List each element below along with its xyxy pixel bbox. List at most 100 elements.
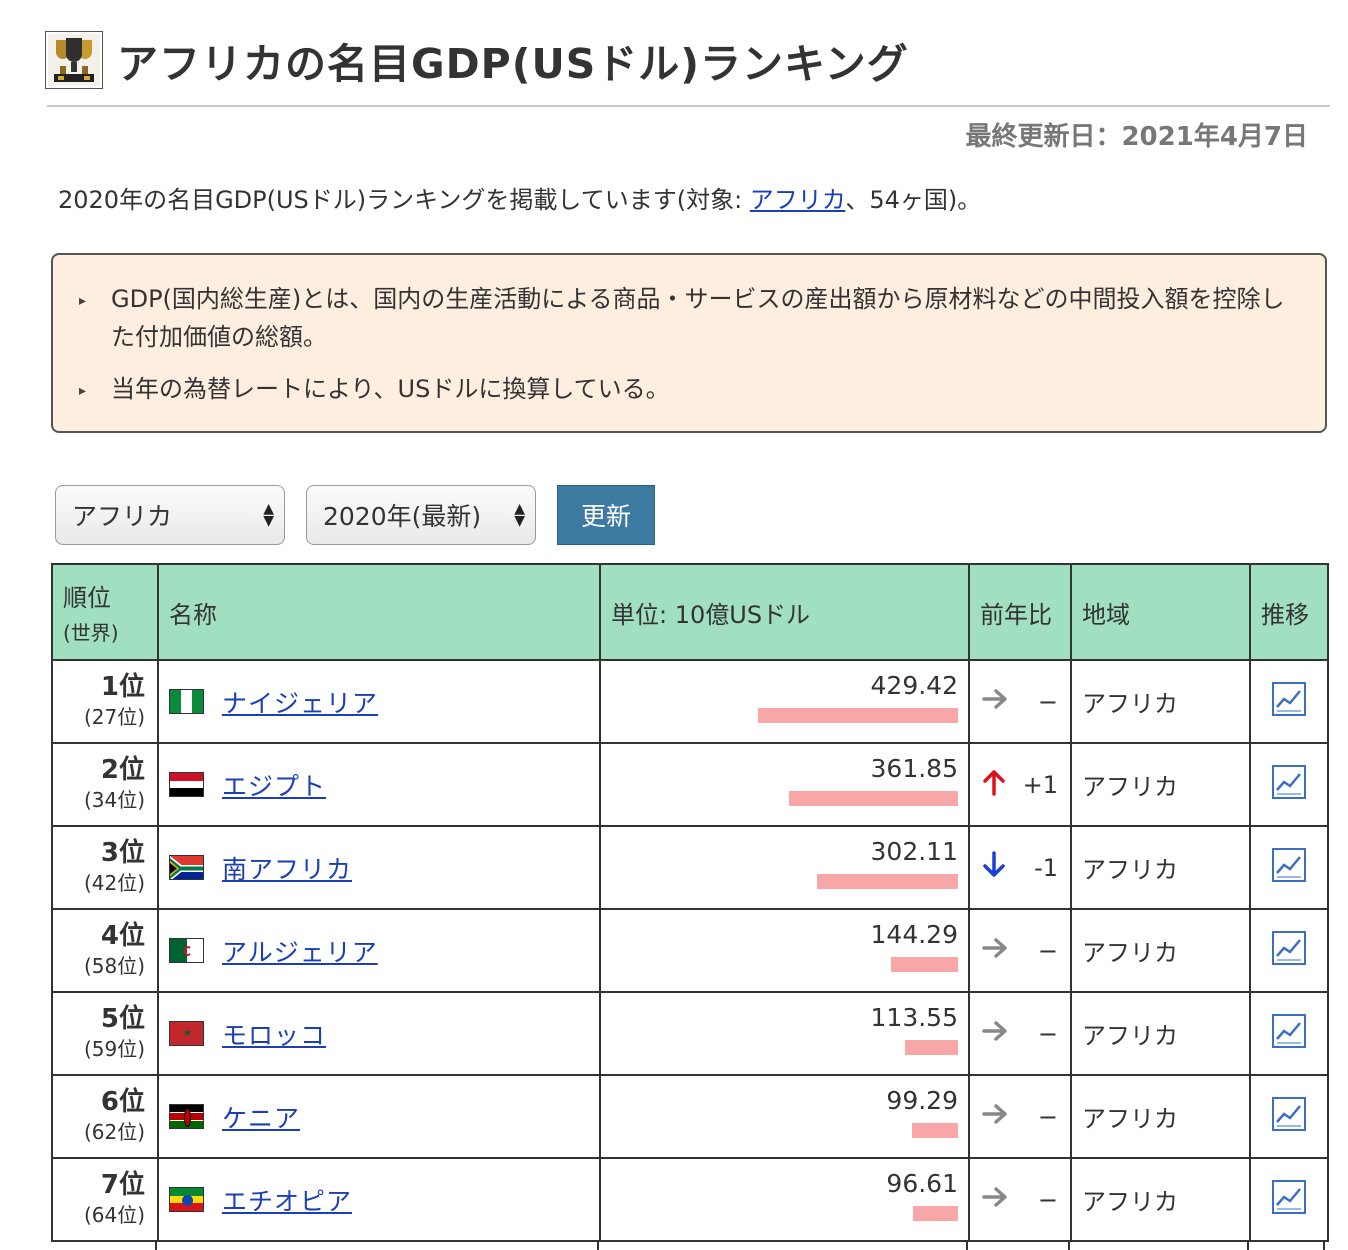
- change-cell: +1: [968, 742, 1072, 827]
- egypt-flag-icon: [169, 772, 204, 797]
- rank-cell: 7位 (64位): [51, 1157, 159, 1242]
- world-rank-value: (62位): [83, 1119, 145, 1144]
- region-cell: アフリカ: [1070, 825, 1251, 910]
- gdp-value: 361.85: [870, 754, 958, 783]
- trend-cell: [1249, 825, 1329, 910]
- line-chart-icon[interactable]: [1272, 764, 1306, 805]
- trend-cell: [1249, 908, 1329, 993]
- year-select-value: 2020年(最新): [323, 502, 482, 531]
- region-cell: アフリカ: [1070, 908, 1251, 993]
- country-link[interactable]: モロッコ: [222, 1016, 326, 1052]
- update-button[interactable]: 更新: [557, 485, 655, 545]
- region-cell: アフリカ: [1070, 1074, 1251, 1159]
- region-cell: アフリカ: [1070, 991, 1251, 1076]
- header-rank: 順位 (世界): [51, 563, 159, 661]
- name-cell: エチオピア: [157, 1157, 601, 1242]
- line-chart-icon[interactable]: [1272, 1013, 1306, 1054]
- rank-cell: 1位 (27位): [51, 659, 159, 744]
- rank-cell: 5位 (59位): [51, 991, 159, 1076]
- south-africa-flag-icon: [169, 855, 204, 880]
- intro-text: 2020年の名目GDP(USドル)ランキングを掲載しています(対象: アフリカ、…: [58, 180, 981, 215]
- country-link[interactable]: エチオピア: [222, 1182, 352, 1218]
- arrow-up-icon: [982, 768, 1006, 802]
- trend-cell: [1249, 1074, 1329, 1159]
- rank-cell: 6位 (62位): [51, 1074, 159, 1159]
- change-value: −: [1037, 1102, 1058, 1131]
- rank-value: 4位: [100, 920, 145, 951]
- region-cell: アフリカ: [1070, 659, 1251, 744]
- select-arrows-icon: ▲ ▼: [514, 501, 525, 529]
- rank-value: 3位: [100, 837, 145, 868]
- name-cell: ケニア: [157, 1074, 601, 1159]
- arrow-right-icon: [982, 936, 1010, 966]
- line-chart-icon[interactable]: [1272, 681, 1306, 722]
- year-select[interactable]: 2020年(最新) ▲ ▼: [306, 485, 536, 545]
- country-link[interactable]: エジプト: [222, 767, 326, 803]
- country-link[interactable]: ケニア: [222, 1099, 300, 1135]
- gdp-bar: [758, 708, 958, 723]
- nigeria-flag-icon: [169, 689, 204, 714]
- select-arrows-icon: ▲ ▼: [263, 501, 274, 529]
- country-link[interactable]: ナイジェリア: [222, 684, 378, 720]
- change-value: -1: [1034, 853, 1058, 882]
- line-chart-icon[interactable]: [1272, 1179, 1306, 1220]
- change-cell: −: [968, 1074, 1072, 1159]
- rank-value: 6位: [100, 1086, 145, 1117]
- note-item: ▸ 当年の為替レートにより、USドルに換算している。: [79, 370, 1295, 410]
- filter-controls: アフリカ ▲ ▼ 2020年(最新) ▲ ▼ 更新: [55, 485, 655, 545]
- page-title: アフリカの名目GDP(USドル)ランキング: [117, 40, 909, 88]
- change-value: −: [1037, 687, 1058, 716]
- bullet-icon: ▸: [79, 383, 87, 399]
- change-cell: −: [968, 1157, 1072, 1242]
- line-chart-icon[interactable]: [1272, 1096, 1306, 1137]
- table-row: 7位 (64位) エチオピア 96.61 − アフリカ: [51, 1157, 1329, 1242]
- country-link[interactable]: アルジェリア: [222, 933, 378, 969]
- world-rank-value: (42位): [83, 870, 145, 895]
- ranking-table: 順位 (世界) 名称 単位: 10億USドル 前年比 地域 推移 1位 (27位)…: [51, 563, 1329, 1242]
- gdp-bar: [905, 1040, 958, 1055]
- change-value: −: [1037, 936, 1058, 965]
- name-cell: 南アフリカ: [157, 825, 601, 910]
- arrow-right-icon: [982, 1185, 1010, 1215]
- trend-cell: [1249, 659, 1329, 744]
- gdp-value: 99.29: [886, 1086, 958, 1115]
- trend-cell: [1249, 1157, 1329, 1242]
- algeria-flag-icon: [169, 938, 204, 963]
- change-cell: −: [968, 991, 1072, 1076]
- change-cell: −: [968, 659, 1072, 744]
- change-value: −: [1037, 1019, 1058, 1048]
- value-cell: 144.29: [599, 908, 970, 993]
- trend-cell: [1249, 742, 1329, 827]
- name-cell: エジプト: [157, 742, 601, 827]
- world-rank-value: (58位): [83, 953, 145, 978]
- note-item: ▸ GDP(国内総生産)とは、国内の生産活動による商品・サービスの産出額から原材…: [79, 280, 1295, 356]
- line-chart-icon[interactable]: [1272, 847, 1306, 888]
- value-cell: 96.61: [599, 1157, 970, 1242]
- header-rank-label: 順位: [63, 584, 111, 612]
- line-chart-icon[interactable]: [1272, 930, 1306, 971]
- trophy-icon: [45, 31, 103, 89]
- table-row: 3位 (42位) 南アフリカ 302.11 -1 アフリカ: [51, 825, 1329, 910]
- table-row: 6位 (62位) ケニア 99.29 − アフリカ: [51, 1074, 1329, 1159]
- rank-value: 7位: [100, 1169, 145, 1200]
- region-select-value: アフリカ: [72, 502, 173, 531]
- change-value: +1: [1022, 770, 1058, 799]
- table-header-row: 順位 (世界) 名称 単位: 10億USドル 前年比 地域 推移: [51, 563, 1329, 661]
- gdp-value: 113.55: [870, 1003, 958, 1032]
- rank-cell: 2位 (34位): [51, 742, 159, 827]
- header-name: 名称: [157, 563, 601, 661]
- world-rank-value: (59位): [83, 1036, 145, 1061]
- intro-suffix: 、54ヶ国)。: [845, 186, 982, 214]
- change-value: −: [1037, 1185, 1058, 1214]
- world-rank-value: (64位): [83, 1202, 145, 1227]
- arrow-right-icon: [982, 1102, 1010, 1132]
- gdp-value: 302.11: [870, 837, 958, 866]
- region-select[interactable]: アフリカ ▲ ▼: [55, 485, 285, 545]
- region-link[interactable]: アフリカ: [750, 186, 846, 214]
- region-cell: アフリカ: [1070, 742, 1251, 827]
- country-link[interactable]: 南アフリカ: [222, 850, 352, 886]
- page-header: アフリカの名目GDP(USドル)ランキング: [45, 30, 909, 90]
- last-updated: 最終更新日：2021年4月7日: [965, 122, 1308, 152]
- table-row: 1位 (27位) ナイジェリア 429.42 − アフリカ: [51, 659, 1329, 744]
- world-rank-value: (27位): [83, 704, 145, 729]
